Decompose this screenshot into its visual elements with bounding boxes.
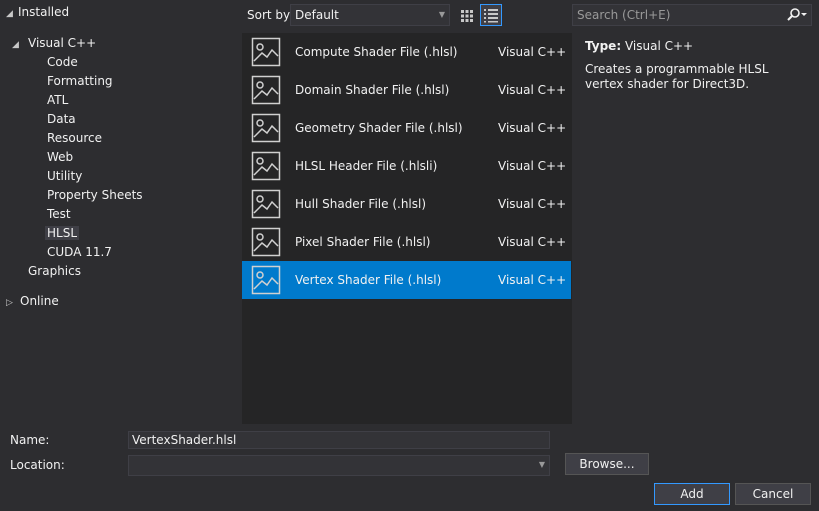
template-description: Creates a programmable HLSL vertex shade… [585, 62, 769, 91]
name-field[interactable] [128, 431, 550, 449]
list-item[interactable]: Compute Shader File (.hlsl) Visual C++ [242, 33, 571, 71]
browse-button[interactable]: Browse... [565, 453, 649, 475]
template-list: Compute Shader File (.hlsl) Visual C++ Dom… [242, 33, 572, 424]
template-name: Vertex Shader File (.hlsl) [295, 273, 442, 287]
collapse-arrow-icon[interactable]: ◢ [6, 5, 18, 24]
list-item[interactable]: Vertex Shader File (.hlsl) Visual C++ [242, 261, 571, 299]
template-language: Visual C++ [498, 197, 567, 211]
tree-node-cuda-11-7[interactable]: CUDA 11.7 [47, 243, 112, 262]
tree-node-utility[interactable]: Utility [47, 167, 82, 186]
location-label: Location: [10, 458, 65, 472]
location-dropdown[interactable]: ▼ [128, 455, 550, 476]
list-item[interactable]: Hull Shader File (.hlsl) Visual C++ [242, 185, 571, 223]
search-icon[interactable] [785, 7, 807, 23]
list-item[interactable]: Geometry Shader File (.hlsl) Visual C++ [242, 109, 571, 147]
template-name: HLSL Header File (.hlsli) [295, 159, 438, 173]
template-name: Compute Shader File (.hlsl) [295, 45, 458, 59]
template-language: Visual C++ [498, 83, 567, 97]
tree-node-data[interactable]: Data [47, 110, 76, 129]
cancel-button[interactable]: Cancel [735, 483, 811, 505]
image-icon [251, 113, 281, 143]
type-label: Type: [585, 39, 622, 53]
chevron-down-icon: ▼ [538, 460, 545, 469]
template-language: Visual C++ [498, 45, 567, 59]
grid-view-icon [461, 10, 473, 22]
sort-by-dropdown[interactable]: Default ▼ [290, 4, 450, 26]
tree-node-graphics[interactable]: Graphics [28, 262, 81, 281]
tree-node-hlsl[interactable]: HLSL [45, 224, 80, 243]
image-icon [251, 189, 281, 219]
tree-node-online[interactable]: ▷ Online [6, 292, 59, 311]
tree-node-atl[interactable]: ATL [47, 91, 68, 110]
type-value: Visual C++ [624, 39, 694, 53]
add-button[interactable]: Add [654, 483, 730, 505]
chevron-down-icon: ▼ [438, 10, 445, 19]
name-label: Name: [10, 433, 50, 447]
sort-by-value: Default [295, 8, 339, 22]
template-name: Geometry Shader File (.hlsl) [295, 121, 463, 135]
template-category-tree: ◢ Installed ◢ Visual C++ Code Formatting ATL… [0, 0, 242, 424]
tree-node-code[interactable]: Code [47, 53, 78, 72]
tree-node-test[interactable]: Test [47, 205, 71, 224]
collapse-arrow-icon[interactable]: ◢ [12, 36, 24, 55]
search-box [572, 4, 812, 26]
image-icon [251, 75, 281, 105]
search-input[interactable] [573, 5, 785, 25]
tree-node-web[interactable]: Web [47, 148, 73, 167]
template-name: Pixel Shader File (.hlsl) [295, 235, 431, 249]
list-view-icon [484, 9, 498, 23]
template-language: Visual C++ [498, 235, 567, 249]
template-language: Visual C++ [498, 121, 567, 135]
list-item[interactable]: HLSL Header File (.hlsli) Visual C++ [242, 147, 571, 185]
template-details: Type: Visual C++ Creates a programmable … [585, 38, 810, 92]
tree-node-resource[interactable]: Resource [47, 129, 102, 148]
sort-by-label: Sort by: [247, 8, 294, 22]
tree-node-visual-cpp[interactable]: ◢ Visual C++ [12, 34, 96, 53]
template-name: Hull Shader File (.hlsl) [295, 197, 427, 211]
tree-node-formatting[interactable]: Formatting [47, 72, 113, 91]
image-icon [251, 265, 281, 295]
tree-node-property-sheets[interactable]: Property Sheets [47, 186, 143, 205]
image-icon [251, 151, 281, 181]
grid-view-button[interactable] [456, 4, 478, 26]
tree-node-installed[interactable]: ◢ Installed [6, 3, 69, 22]
expand-arrow-icon[interactable]: ▷ [6, 294, 18, 313]
type-line: Type: Visual C++ [585, 38, 810, 54]
list-view-button[interactable] [480, 4, 502, 26]
image-icon [251, 37, 281, 67]
list-item[interactable]: Pixel Shader File (.hlsl) Visual C++ [242, 223, 571, 261]
template-language: Visual C++ [498, 273, 567, 287]
template-language: Visual C++ [498, 159, 567, 173]
image-icon [251, 227, 281, 257]
list-item[interactable]: Domain Shader File (.hlsl) Visual C++ [242, 71, 571, 109]
template-name: Domain Shader File (.hlsl) [295, 83, 450, 97]
